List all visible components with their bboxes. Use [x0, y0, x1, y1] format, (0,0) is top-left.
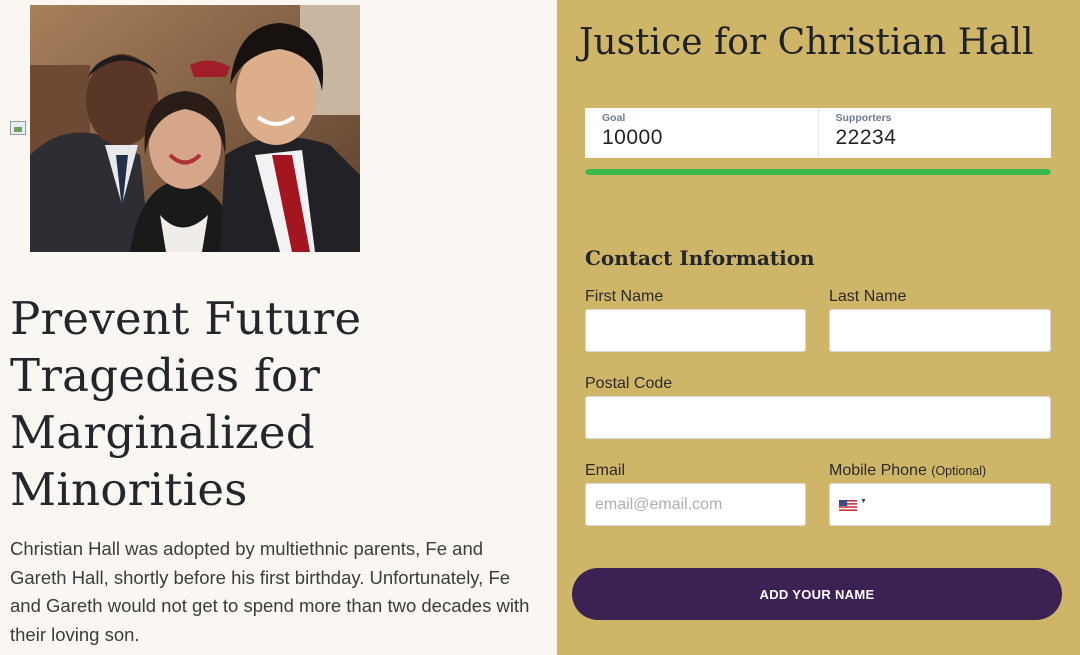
optional-hint: (Optional): [931, 464, 987, 478]
chevron-down-icon[interactable]: ▼: [860, 498, 867, 505]
goal-label: Goal: [602, 112, 626, 124]
goal-stat: Goal 10000: [585, 108, 818, 158]
family-photo: [30, 5, 360, 252]
goal-value: 10000: [602, 126, 663, 149]
last-name-input[interactable]: [829, 309, 1051, 352]
us-flag-icon[interactable]: [839, 500, 857, 511]
add-your-name-button[interactable]: ADD YOUR NAME: [572, 568, 1062, 620]
supporters-label: Supporters: [835, 112, 892, 124]
postal-code-label: Postal Code: [585, 375, 673, 392]
story-paragraph: Christian Hall was adopted by multiethni…: [10, 538, 530, 645]
email-label: Email: [585, 462, 626, 479]
contact-section-title: Contact Information: [585, 246, 815, 270]
supporters-value: 22234: [835, 126, 897, 149]
supporters-stat: Supporters 22234: [817, 108, 1052, 158]
mobile-phone-label-text: Mobile Phone: [829, 462, 927, 479]
broken-image-icon: [10, 121, 26, 135]
story-panel: Prevent Future Tragedies for Marginalize…: [0, 0, 557, 655]
first-name-label: First Name: [585, 288, 664, 305]
page-headline: Prevent Future Tragedies for Marginalize…: [10, 292, 362, 516]
goal-progress-fill: [585, 169, 1051, 175]
petition-stats: Goal 10000 Supporters 22234: [585, 108, 1051, 158]
mobile-phone-input[interactable]: ▼: [829, 483, 1051, 526]
goal-progress-bar: [585, 169, 1051, 175]
petition-title: Justice for Christian Hall: [579, 22, 1034, 63]
last-name-label: Last Name: [829, 288, 907, 305]
mobile-phone-label: Mobile Phone (Optional): [829, 462, 986, 480]
email-input[interactable]: [585, 483, 806, 526]
first-name-input[interactable]: [585, 309, 806, 352]
petition-panel: Justice for Christian Hall Goal 10000 Su…: [557, 0, 1080, 655]
postal-code-input[interactable]: [585, 396, 1051, 439]
